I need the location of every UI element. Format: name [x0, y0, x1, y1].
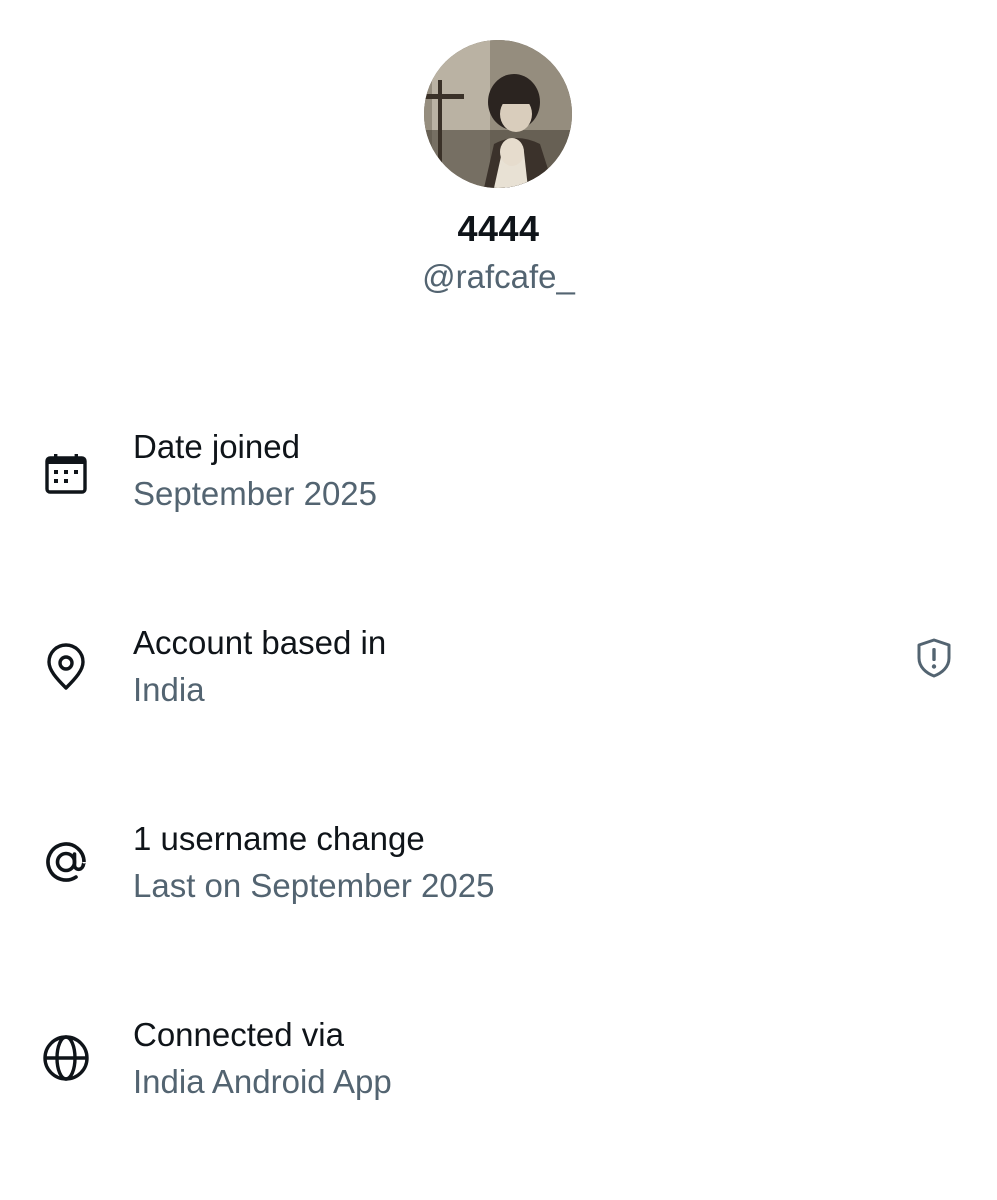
info-title: Account based in — [133, 624, 387, 661]
avatar-image — [424, 40, 572, 188]
shield-alert-icon[interactable] — [912, 636, 956, 680]
info-row-date-joined: Date joined September 2025 — [0, 428, 997, 538]
info-row-account-based-in[interactable]: Account based in India — [0, 624, 997, 734]
info-value: India Android App — [133, 1063, 392, 1100]
username-handle: @rafcafe_ — [422, 258, 575, 295]
display-name: 4444 — [457, 208, 540, 249]
at-sign-icon — [40, 836, 92, 888]
info-value: India — [133, 671, 205, 708]
info-title: Date joined — [133, 428, 300, 465]
globe-icon — [40, 1032, 92, 1084]
calendar-icon — [40, 448, 92, 500]
location-pin-icon — [40, 642, 92, 694]
info-title: 1 username change — [133, 820, 425, 857]
info-value: Last on September 2025 — [133, 867, 495, 904]
avatar[interactable] — [424, 40, 572, 188]
info-row-connected-via: Connected via India Android App — [0, 1016, 997, 1126]
info-value: September 2025 — [133, 475, 378, 512]
info-title: Connected via — [133, 1016, 344, 1053]
info-row-username-change: 1 username change Last on September 2025 — [0, 820, 997, 930]
